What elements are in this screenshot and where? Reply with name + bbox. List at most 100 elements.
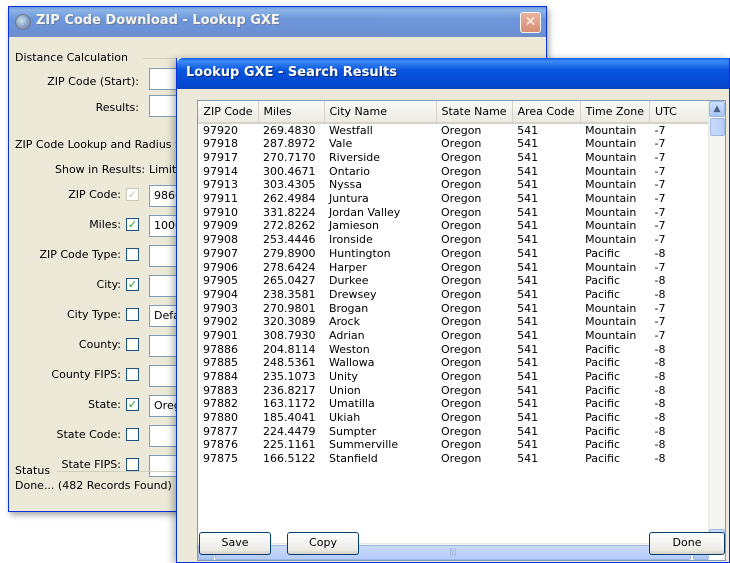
close-button[interactable]: ✕ bbox=[520, 12, 541, 33]
table-row[interactable]: 97886 204.8114 Weston Oregon 541 Pacific -8 bbox=[198, 342, 710, 356]
table-cell: 541 bbox=[517, 124, 539, 137]
column-header-state-name[interactable]: State Name bbox=[436, 101, 513, 124]
search-results-titlebar[interactable]: Lookup GXE - Search Results bbox=[177, 58, 729, 89]
table-cell: Oregon bbox=[441, 397, 482, 411]
table-cell: -8 bbox=[654, 246, 666, 260]
table-row[interactable]: 97913 303.4305 Nyssa Oregon 541 Mountain -7 bbox=[198, 178, 710, 192]
table-row[interactable]: 97905 265.0427 Durkee Oregon 541 Pacific -8 bbox=[198, 274, 710, 288]
table-cell: Oregon bbox=[441, 342, 482, 356]
scroll-up-button[interactable]: ▲ bbox=[709, 101, 725, 117]
save-button[interactable]: Save bbox=[199, 532, 271, 555]
table-cell: Oregon bbox=[441, 438, 482, 452]
table-cell: Ironside bbox=[329, 233, 373, 247]
zip-code-type-label: ZIP Code Type: bbox=[39, 248, 121, 261]
table-cell: Pacific bbox=[585, 274, 621, 288]
table-cell: Drewsey bbox=[329, 287, 377, 301]
table-row[interactable]: 97907 279.8900 Huntington Oregon 541 Pacific -… bbox=[198, 247, 710, 261]
table-row[interactable]: 97909 272.8262 Jamieson Oregon 541 Mountain -7 bbox=[198, 219, 710, 233]
table-row[interactable]: 97908 253.4446 Ironside Oregon 541 Mountain -7 bbox=[198, 233, 710, 247]
table-cell: Mountain bbox=[585, 205, 637, 219]
table-cell: Stanfield bbox=[329, 452, 378, 466]
table-row[interactable]: 97876 225.1161 Summerville Oregon 541 Pacific… bbox=[198, 438, 710, 452]
table-cell: 97908 bbox=[203, 233, 238, 247]
table-row[interactable]: 97885 248.5361 Wallowa Oregon 541 Pacific -8 bbox=[198, 356, 710, 370]
table-cell: 541 bbox=[517, 438, 539, 452]
miles-checkbox[interactable]: ✓ bbox=[126, 218, 139, 231]
table-row[interactable]: 97903 270.9801 Brogan Oregon 541 Mountain -7 bbox=[198, 301, 710, 315]
table-cell: 97882 bbox=[203, 397, 238, 411]
column-header-city-name[interactable]: City Name bbox=[324, 101, 437, 124]
column-header-area-code[interactable]: Area Code bbox=[512, 101, 581, 124]
table-cell: Oregon bbox=[441, 274, 482, 288]
city-type-checkbox[interactable] bbox=[126, 308, 139, 321]
results-header-row: ZIP Code Miles City Name State Name Area Cod… bbox=[198, 101, 710, 124]
table-cell: -8 bbox=[654, 383, 666, 397]
table-cell: Mountain bbox=[585, 151, 637, 165]
table-cell: Ontario bbox=[329, 164, 370, 178]
table-row[interactable]: 97902 320.3089 Arock Oregon 541 Mountain -7 bbox=[198, 315, 710, 329]
table-cell: 97902 bbox=[203, 315, 238, 329]
table-cell: Unity bbox=[329, 370, 358, 384]
table-row[interactable]: 97877 224.4479 Sumpter Oregon 541 Pacific -8 bbox=[198, 424, 710, 438]
zip-start-label: ZIP Code (Start): bbox=[47, 75, 139, 88]
table-cell: 541 bbox=[517, 192, 539, 206]
table-row[interactable]: 97883 236.8217 Union Oregon 541 Pacific -8 bbox=[198, 383, 710, 397]
zip-code-label: ZIP Code: bbox=[68, 188, 121, 201]
table-cell: 278.6424 bbox=[263, 260, 316, 274]
table-cell: Mountain bbox=[585, 137, 637, 151]
column-header-miles[interactable]: Miles bbox=[258, 101, 325, 124]
column-header-zip-code[interactable]: ZIP Code bbox=[198, 101, 259, 124]
city-checkbox[interactable]: ✓ bbox=[126, 278, 139, 291]
table-row[interactable]: 97914 300.4671 Ontario Oregon 541 Mountain -7 bbox=[198, 164, 710, 178]
table-cell: Oregon bbox=[441, 411, 482, 425]
table-row[interactable]: 97906 278.6424 Harper Oregon 541 Mountain -7 bbox=[198, 260, 710, 274]
table-cell: 253.4446 bbox=[263, 233, 316, 247]
table-row[interactable]: 97901 308.7930 Adrian Oregon 541 Mountain -7 bbox=[198, 329, 710, 343]
table-row[interactable]: 97882 163.1172 Umatilla Oregon 541 Pacific -8 bbox=[198, 397, 710, 411]
table-cell: Mountain bbox=[585, 124, 637, 137]
results-grid[interactable]: ZIP Code Miles City Name State Name Area Cod… bbox=[197, 100, 726, 561]
county-fips-checkbox[interactable] bbox=[126, 368, 139, 381]
table-cell: Pacific bbox=[585, 438, 621, 452]
zip-code-type-checkbox[interactable] bbox=[126, 248, 139, 261]
table-row[interactable]: 97918 287.8972 Vale Oregon 541 Mountain -7 bbox=[198, 137, 710, 151]
table-cell: 97904 bbox=[203, 287, 238, 301]
table-row[interactable]: 97880 185.4041 Ukiah Oregon 541 Pacific -8 bbox=[198, 411, 710, 425]
table-cell: Oregon bbox=[441, 192, 482, 206]
table-row[interactable]: 97920 269.4830 Westfall Oregon 541 Mountain -7 bbox=[198, 123, 710, 137]
table-cell: 97917 bbox=[203, 151, 238, 165]
vertical-scroll-thumb[interactable] bbox=[710, 118, 725, 136]
table-cell: Wallowa bbox=[329, 356, 375, 370]
table-row[interactable]: 97884 235.1073 Unity Oregon 541 Pacific -8 bbox=[198, 370, 710, 384]
table-cell: 541 bbox=[517, 219, 539, 233]
state-code-checkbox[interactable] bbox=[126, 428, 139, 441]
state-checkbox[interactable]: ✓ bbox=[126, 398, 139, 411]
table-row[interactable]: 97875 166.5122 Stanfield Oregon 541 Pacific -8 bbox=[198, 452, 710, 466]
column-header-time-zone[interactable]: Time Zone bbox=[580, 101, 651, 124]
table-cell: Jordan Valley bbox=[329, 205, 401, 219]
table-cell: -7 bbox=[654, 301, 666, 315]
table-row[interactable]: 97917 270.7170 Riverside Oregon 541 Mountain -… bbox=[198, 151, 710, 165]
horizontal-scrollbar[interactable]: ◀ ||| ▶ bbox=[198, 543, 709, 560]
table-cell: 541 bbox=[517, 301, 539, 315]
main-window-titlebar[interactable]: ZIP Code Download - Lookup GXE ✕ bbox=[9, 7, 546, 37]
lookup-group-label: ZIP Code Lookup and Radius S bbox=[15, 138, 182, 151]
column-header-utc[interactable]: UTC bbox=[649, 101, 710, 124]
table-row[interactable]: 97910 331.8224 Jordan Valley Oregon 541 Mount… bbox=[198, 205, 710, 219]
table-cell: 97876 bbox=[203, 438, 238, 452]
state-fips-checkbox[interactable] bbox=[126, 458, 139, 471]
table-cell: 331.8224 bbox=[263, 205, 316, 219]
table-row[interactable]: 97904 238.3581 Drewsey Oregon 541 Pacific -8 bbox=[198, 288, 710, 302]
table-row[interactable]: 97911 262.4984 Juntura Oregon 541 Mountain -7 bbox=[198, 192, 710, 206]
county-checkbox[interactable] bbox=[126, 338, 139, 351]
copy-button[interactable]: Copy bbox=[287, 532, 359, 555]
table-cell: -7 bbox=[654, 124, 666, 137]
vertical-scrollbar[interactable]: ▲ ▼ bbox=[708, 101, 725, 545]
table-cell: -8 bbox=[654, 397, 666, 411]
table-cell: 163.1172 bbox=[263, 397, 316, 411]
table-cell: Pacific bbox=[585, 342, 621, 356]
done-button[interactable]: Done bbox=[649, 532, 725, 555]
table-cell: -8 bbox=[654, 356, 666, 370]
table-cell: Huntington bbox=[329, 246, 391, 260]
zip-code-checkbox[interactable]: ✓ bbox=[126, 188, 139, 201]
